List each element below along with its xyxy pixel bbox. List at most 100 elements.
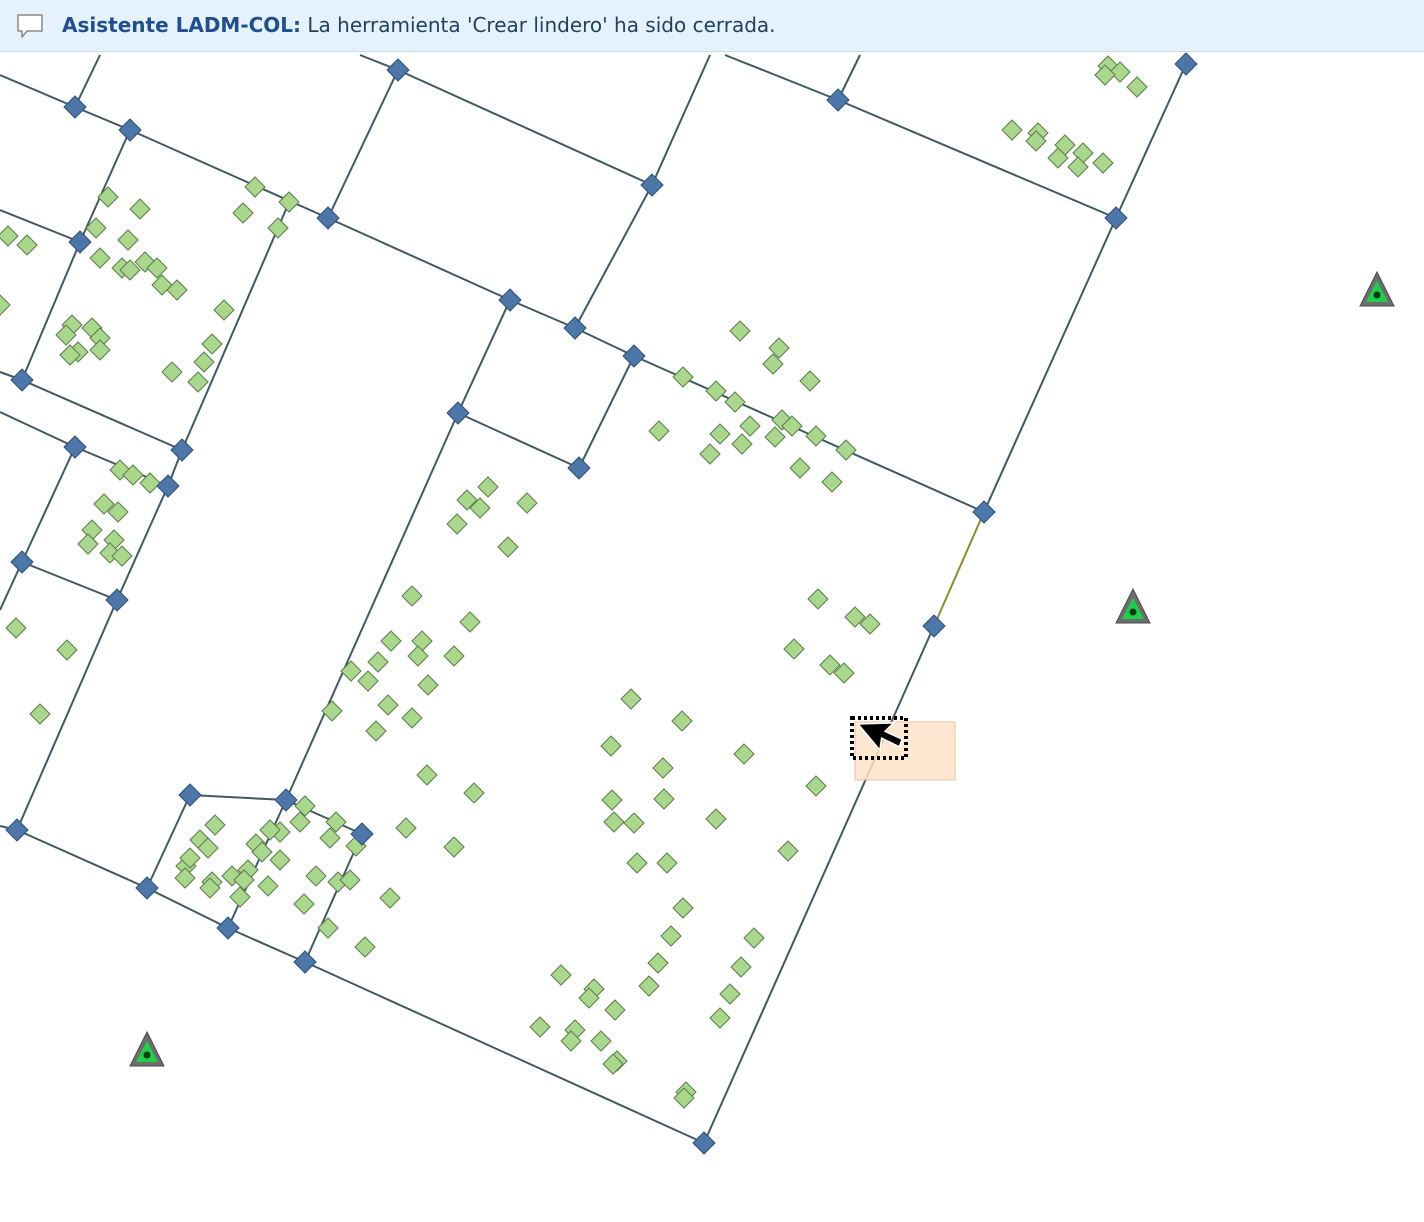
survey-point-marker bbox=[5, 617, 27, 639]
survey-point-marker bbox=[620, 688, 642, 710]
survey-point-marker bbox=[705, 808, 727, 830]
survey-point-marker bbox=[638, 975, 660, 997]
survey-point-marker bbox=[1126, 76, 1148, 98]
survey-point-marker bbox=[805, 775, 827, 797]
selected-boundary-segment bbox=[933, 511, 985, 627]
boundary-point-marker bbox=[1104, 206, 1128, 230]
survey-point-marker bbox=[648, 420, 670, 442]
survey-point-marker bbox=[0, 294, 11, 316]
survey-point-marker bbox=[232, 202, 254, 224]
survey-point-marker bbox=[699, 443, 721, 465]
triangle-icon bbox=[1359, 270, 1395, 307]
boundary-point-marker bbox=[170, 438, 194, 462]
map-canvas[interactable] bbox=[0, 52, 1424, 1222]
survey-points-layer bbox=[0, 55, 1148, 1109]
boundary-point-marker bbox=[692, 1131, 716, 1155]
boundary-point-marker bbox=[274, 788, 298, 812]
survey-point-marker bbox=[709, 423, 731, 445]
boundary-point-marker bbox=[293, 950, 317, 974]
survey-point-marker bbox=[16, 234, 38, 256]
boundary-line bbox=[703, 625, 935, 1144]
survey-point-marker bbox=[604, 999, 626, 1021]
boundary-point-marker bbox=[63, 95, 87, 119]
boundary-point-marker bbox=[922, 614, 946, 638]
survey-point-marker bbox=[497, 536, 519, 558]
boundary-point-marker bbox=[118, 118, 142, 142]
survey-point-marker bbox=[174, 867, 196, 889]
survey-point-marker bbox=[671, 710, 693, 732]
survey-point-marker bbox=[660, 925, 682, 947]
boundary-line bbox=[397, 69, 653, 186]
survey-point-marker bbox=[647, 952, 669, 974]
control-points-layer bbox=[129, 270, 1395, 1067]
boundary-point-marker bbox=[826, 88, 850, 112]
survey-point-marker bbox=[516, 492, 538, 514]
survey-point-marker bbox=[244, 176, 266, 198]
survey-point-marker bbox=[278, 191, 300, 213]
survey-point-marker bbox=[89, 339, 111, 361]
boundary-line bbox=[0, 411, 76, 448]
boundary-point-marker bbox=[640, 173, 664, 197]
survey-point-marker bbox=[213, 299, 235, 321]
survey-point-marker bbox=[601, 789, 623, 811]
survey-point-marker bbox=[395, 817, 417, 839]
boundary-line bbox=[327, 217, 511, 301]
survey-point-marker bbox=[29, 703, 51, 725]
boundary-point-marker bbox=[63, 435, 87, 459]
survey-point-marker bbox=[193, 351, 215, 373]
boundary-point-marker bbox=[10, 550, 34, 574]
survey-point-marker bbox=[411, 630, 433, 652]
survey-point-marker bbox=[739, 415, 761, 437]
control-point-dot bbox=[1129, 608, 1137, 616]
boundary-line bbox=[983, 217, 1117, 513]
survey-point-marker bbox=[443, 645, 465, 667]
survey-point-marker bbox=[56, 639, 78, 661]
survey-point-marker bbox=[672, 366, 694, 388]
boundary-line bbox=[116, 485, 169, 601]
survey-point-marker bbox=[724, 391, 746, 413]
boundary-point-marker bbox=[386, 58, 410, 82]
survey-point-marker bbox=[354, 936, 376, 958]
survey-point-marker bbox=[407, 645, 429, 667]
survey-point-marker bbox=[117, 229, 139, 251]
survey-point-marker bbox=[229, 886, 251, 908]
boundary-point-marker bbox=[622, 344, 646, 368]
boundary-line bbox=[146, 887, 229, 929]
boundary-point-marker bbox=[5, 818, 29, 842]
survey-point-marker bbox=[294, 795, 316, 817]
boundary-point-marker bbox=[446, 401, 470, 425]
survey-point-marker bbox=[257, 875, 279, 897]
boundary-line bbox=[574, 184, 653, 329]
survey-point-marker bbox=[709, 1007, 731, 1029]
message-text-container: Asistente LADM-COL: La herramienta 'Crea… bbox=[62, 13, 776, 37]
boundary-point-marker bbox=[563, 316, 587, 340]
survey-point-marker bbox=[777, 840, 799, 862]
survey-point-marker bbox=[129, 198, 151, 220]
survey-point-marker bbox=[379, 887, 401, 909]
survey-point-marker bbox=[743, 927, 765, 949]
survey-point-marker bbox=[590, 1030, 612, 1052]
boundary-line bbox=[21, 379, 183, 451]
boundary-line bbox=[578, 355, 635, 469]
survey-point-marker bbox=[653, 788, 675, 810]
control-point-dot bbox=[143, 1051, 151, 1059]
survey-point-marker bbox=[204, 814, 226, 836]
survey-point-marker bbox=[305, 865, 327, 887]
message-body: La herramienta 'Crear lindero' ha sido c… bbox=[307, 13, 776, 37]
survey-point-marker bbox=[443, 836, 465, 858]
boundary-line bbox=[129, 129, 329, 219]
survey-point-marker bbox=[550, 964, 572, 986]
boundary-line bbox=[724, 54, 839, 101]
boundary-point-marker bbox=[316, 206, 340, 230]
survey-point-marker bbox=[161, 361, 183, 383]
boundary-line bbox=[21, 446, 76, 563]
control-point-dot bbox=[1373, 291, 1381, 299]
boundary-line bbox=[457, 412, 580, 469]
triangle-icon bbox=[129, 1030, 165, 1067]
boundary-line bbox=[189, 794, 287, 801]
survey-point-marker bbox=[317, 917, 339, 939]
survey-point-marker bbox=[340, 660, 362, 682]
survey-point-marker bbox=[835, 439, 857, 461]
survey-point-marker bbox=[416, 764, 438, 786]
survey-point-marker bbox=[719, 983, 741, 1005]
